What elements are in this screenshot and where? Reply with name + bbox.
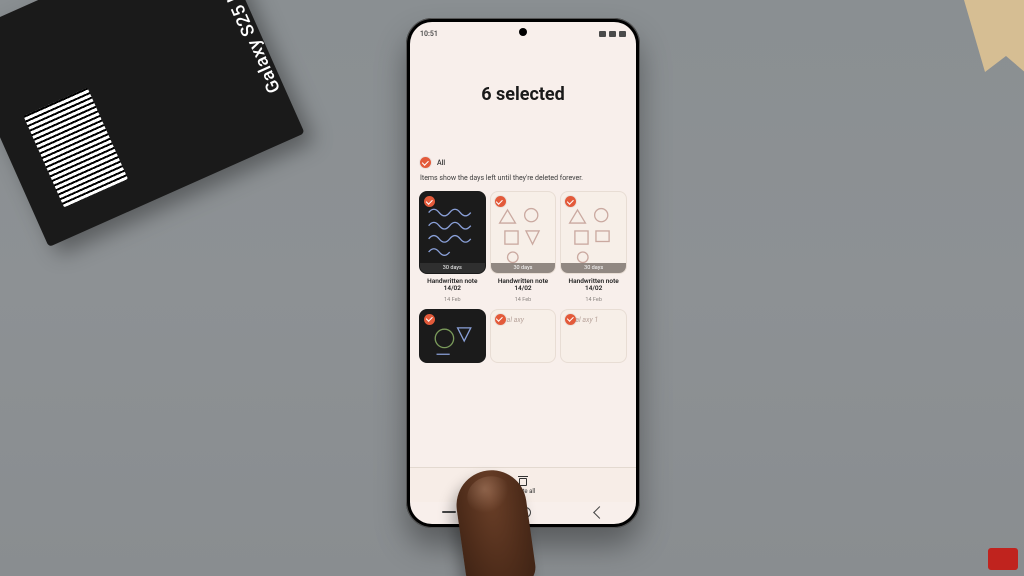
select-all-checkbox[interactable] [420,157,431,168]
product-box: Galaxy S25 Ultra [0,0,305,247]
note-date: 14 Feb [444,297,461,303]
note-preview-text: al axy 1 [575,316,598,324]
nav-back-icon[interactable] [593,506,606,519]
note-thumbnail[interactable]: al axy [490,309,557,363]
phone-frame: 10:51 6 selected All Items show the days… [406,18,640,528]
note-preview-shapes [567,202,620,268]
note-thumbnail[interactable]: 30 days [490,191,557,274]
select-all-row[interactable]: All [410,157,636,174]
page-title: 6 selected [410,84,636,105]
note-item[interactable]: 30 days Handwritten note 14/02 14 Feb [420,191,485,303]
product-box-label: Galaxy S25 Ultra [209,0,285,96]
note-thumbnail[interactable] [419,309,486,363]
desk-scene: Galaxy S25 Ultra 10:51 6 selected All It… [0,0,1024,576]
note-thumbnail[interactable]: 30 days [419,191,486,274]
note-title: Handwritten note 14/02 [422,278,483,293]
nav-recents-icon[interactable] [442,511,456,513]
phone-screen: 10:51 6 selected All Items show the days… [410,22,636,524]
select-all-label: All [437,159,445,167]
note-checkbox[interactable] [424,314,435,325]
camera-punch-hole [519,28,527,36]
note-preview-scribble [426,202,479,268]
note-item[interactable]: 30 days Handwritten note 14/02 14 Feb [561,191,626,303]
note-checkbox[interactable] [495,314,506,325]
note-item[interactable]: al axy [491,309,556,363]
days-left-badge: 30 days [491,263,556,273]
note-item[interactable] [420,309,485,363]
note-checkbox[interactable] [495,196,506,207]
notes-grid: 30 days Handwritten note 14/02 14 Feb [410,191,636,363]
note-thumbnail[interactable]: al axy 1 [560,309,627,363]
days-left-badge: 30 days [561,263,626,273]
note-title: Handwritten note 14/02 [492,278,553,293]
wifi-icon [599,31,606,37]
watermark [988,548,1018,570]
note-preview-text: al axy [507,316,524,324]
note-item[interactable]: 30 days Handwritten note 14/02 14 Feb [491,191,556,303]
note-preview-shapes [497,202,550,268]
note-date: 14 Feb [585,297,602,303]
battery-icon [619,31,626,37]
signal-icon [609,31,616,37]
tripod-prop [964,0,1024,80]
note-preview-shapes [426,320,479,363]
note-title: Handwritten note 14/02 [563,278,624,293]
status-time: 10:51 [420,30,438,38]
note-date: 14 Feb [515,297,532,303]
status-icons [599,31,626,37]
barcode-sticker [23,88,128,208]
info-text: Items show the days left until they're d… [410,174,636,191]
days-left-badge: 30 days [420,263,485,273]
note-item[interactable]: al axy 1 [561,309,626,363]
note-thumbnail[interactable]: 30 days [560,191,627,274]
